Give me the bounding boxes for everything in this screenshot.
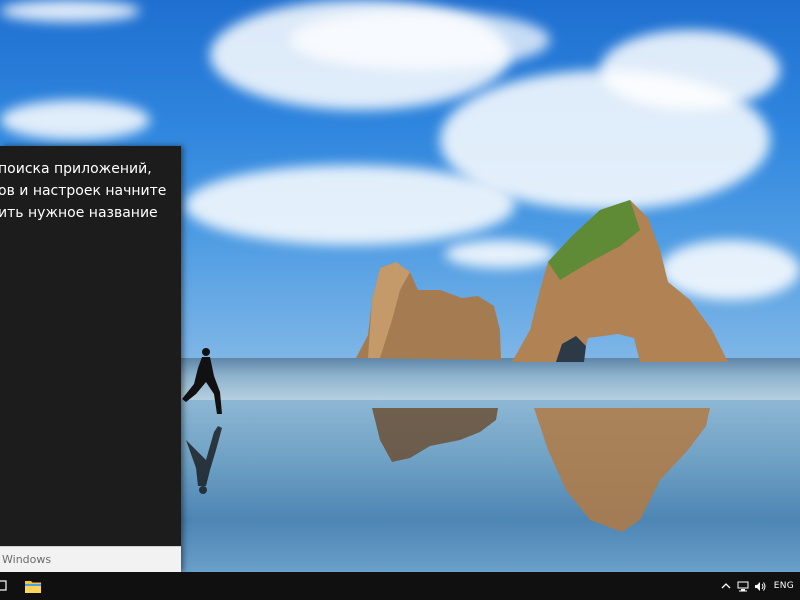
- search-hint-line: ов и настроек начните: [0, 183, 167, 199]
- search-input[interactable]: [0, 547, 181, 572]
- input-language-indicator[interactable]: ENG: [774, 581, 794, 591]
- search-hint-text: поиска приложений, ов и настроек начните…: [0, 158, 248, 224]
- chevron-up-icon[interactable]: [719, 572, 733, 600]
- rock-left-reflection: [372, 408, 498, 462]
- desktop: поиска приложений, ов и настроек начните…: [0, 0, 800, 600]
- file-explorer-button[interactable]: [22, 575, 44, 597]
- search-hint-line: поиска приложений,: [0, 161, 152, 177]
- rock-arch-reflection: [534, 408, 710, 532]
- task-view-icon[interactable]: [0, 577, 8, 595]
- volume-icon[interactable]: [753, 572, 767, 600]
- runner-reflection: [186, 426, 222, 494]
- taskbar: ENG: [0, 572, 800, 600]
- folder-icon: [25, 581, 41, 593]
- runner-silhouette: [182, 348, 222, 414]
- search-hint-line: ить нужное название: [0, 205, 158, 221]
- network-icon[interactable]: [736, 572, 750, 600]
- start-search-flyout: поиска приложений, ов и настроек начните…: [0, 146, 181, 572]
- search-box[interactable]: [0, 546, 181, 572]
- system-tray: ENG: [719, 572, 800, 600]
